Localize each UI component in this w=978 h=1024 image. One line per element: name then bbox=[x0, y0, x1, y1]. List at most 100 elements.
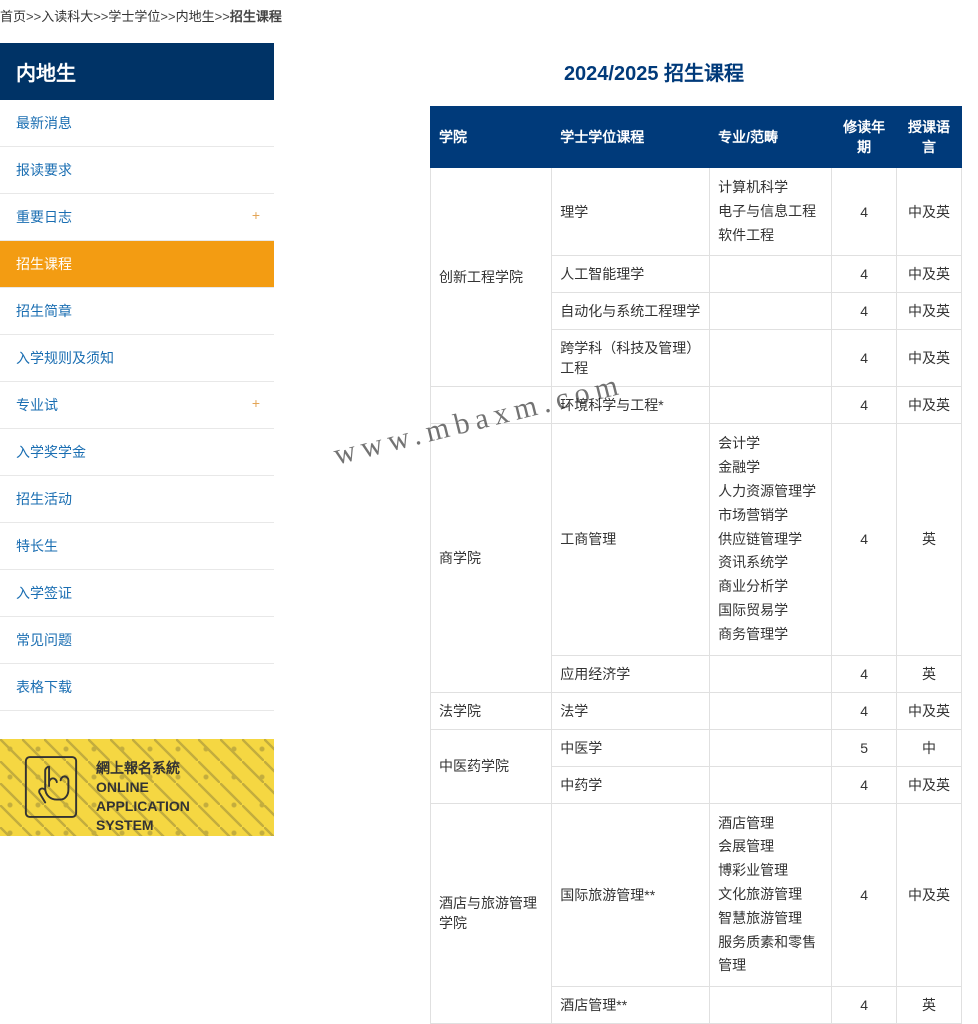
crumb-sep: >> bbox=[93, 9, 108, 24]
sidebar-item-link[interactable]: 常见问题 bbox=[0, 617, 274, 663]
cell-faculty: 创新工程学院 bbox=[431, 168, 552, 387]
cell-faculty: 酒店与旅游管理学院 bbox=[431, 803, 552, 1024]
banner-line3: APPLICATION bbox=[96, 797, 190, 816]
crumb-sep: >> bbox=[215, 9, 230, 24]
sidebar-item[interactable]: 最新消息 bbox=[0, 100, 274, 147]
crumb-mainland[interactable]: 内地生 bbox=[176, 9, 215, 24]
crumb-home[interactable]: 首页 bbox=[0, 9, 26, 24]
cell-program: 酒店管理** bbox=[552, 987, 710, 1024]
major-line: 会展管理 bbox=[718, 835, 823, 859]
sidebar-item-link[interactable]: 入学规则及须知 bbox=[0, 335, 274, 381]
sidebar-item[interactable]: 专业试+ bbox=[0, 382, 274, 429]
programs-table: 学院 学士学位课程 专业/范畴 修读年期 授课语言 创新工程学院理学计算机科学电… bbox=[430, 106, 962, 1024]
cell-years: 4 bbox=[832, 692, 897, 729]
major-line: 供应链管理学 bbox=[718, 528, 823, 552]
cell-years: 4 bbox=[832, 987, 897, 1024]
cell-lang: 中及英 bbox=[897, 803, 962, 987]
expand-icon[interactable]: + bbox=[252, 207, 260, 223]
cell-major bbox=[710, 330, 832, 387]
cell-lang: 中及英 bbox=[897, 692, 962, 729]
th-years: 修读年期 bbox=[832, 107, 897, 168]
cell-major bbox=[710, 729, 832, 766]
sidebar-item-link[interactable]: 专业试 bbox=[0, 382, 274, 428]
table-row: 酒店与旅游管理学院国际旅游管理**酒店管理会展管理博彩业管理文化旅游管理智慧旅游… bbox=[431, 803, 962, 987]
cell-years: 4 bbox=[832, 424, 897, 655]
cell-years: 4 bbox=[832, 803, 897, 987]
sidebar-item[interactable]: 重要日志+ bbox=[0, 194, 274, 241]
cell-years: 4 bbox=[832, 293, 897, 330]
sidebar-item-link[interactable]: 入学签证 bbox=[0, 570, 274, 616]
sidebar-item[interactable]: 特长生 bbox=[0, 523, 274, 570]
major-line: 人力资源管理学 bbox=[718, 480, 823, 504]
major-line: 会计学 bbox=[718, 432, 823, 456]
cell-years: 5 bbox=[832, 729, 897, 766]
cell-years: 4 bbox=[832, 655, 897, 692]
sidebar-item-link[interactable]: 表格下载 bbox=[0, 664, 274, 710]
cell-faculty: 商学院 bbox=[431, 424, 552, 692]
sidebar-item-link[interactable]: 招生活动 bbox=[0, 476, 274, 522]
cell-program: 自动化与系统工程理学 bbox=[552, 293, 710, 330]
sidebar-item[interactable]: 报读要求 bbox=[0, 147, 274, 194]
cell-program: 中药学 bbox=[552, 766, 710, 803]
crumb-bachelor[interactable]: 学士学位 bbox=[108, 9, 160, 24]
sidebar-item[interactable]: 招生活动 bbox=[0, 476, 274, 523]
cell-lang: 中及英 bbox=[897, 256, 962, 293]
cell-faculty: 法学院 bbox=[431, 692, 552, 729]
major-line: 软件工程 bbox=[718, 224, 823, 248]
sidebar-item-link[interactable]: 入学奖学金 bbox=[0, 429, 274, 475]
banner-text: 網上報名系統 ONLINE APPLICATION SYSTEM bbox=[96, 759, 190, 835]
sidebar-title: 内地生 bbox=[0, 43, 274, 100]
cell-major bbox=[710, 256, 832, 293]
cell-years: 4 bbox=[832, 330, 897, 387]
cell-years: 4 bbox=[832, 256, 897, 293]
sidebar-item-link[interactable]: 最新消息 bbox=[0, 100, 274, 146]
sidebar-item-link[interactable]: 招生简章 bbox=[0, 288, 274, 334]
major-line: 金融学 bbox=[718, 456, 823, 480]
sidebar-item[interactable]: 入学奖学金 bbox=[0, 429, 274, 476]
sidebar-item-link[interactable]: 报读要求 bbox=[0, 147, 274, 193]
major-line: 商务管理学 bbox=[718, 623, 823, 647]
sidebar-item[interactable]: 入学签证 bbox=[0, 570, 274, 617]
major-line: 商业分析学 bbox=[718, 575, 823, 599]
sidebar-item[interactable]: 常见问题 bbox=[0, 617, 274, 664]
crumb-admission[interactable]: 入读科大 bbox=[41, 9, 93, 24]
major-line: 电子与信息工程 bbox=[718, 200, 823, 224]
sidebar-item-link[interactable]: 重要日志 bbox=[0, 194, 274, 240]
expand-icon[interactable]: + bbox=[252, 395, 260, 411]
sidebar-item[interactable]: 表格下载 bbox=[0, 664, 274, 711]
table-row: 环境科学与工程*4中及英 bbox=[431, 387, 962, 424]
page-title: 2024/2025 招生课程 bbox=[330, 43, 978, 106]
cell-major bbox=[710, 987, 832, 1024]
cell-lang: 英 bbox=[897, 987, 962, 1024]
cell-major: 酒店管理会展管理博彩业管理文化旅游管理智慧旅游管理服务质素和零售管理 bbox=[710, 803, 832, 987]
cell-major: 会计学金融学人力资源管理学市场营销学供应链管理学资讯系统学商业分析学国际贸易学商… bbox=[710, 424, 832, 655]
table-row: 中医药学院中医学5中 bbox=[431, 729, 962, 766]
cell-lang: 中及英 bbox=[897, 293, 962, 330]
sidebar-item-link[interactable]: 特长生 bbox=[0, 523, 274, 569]
cell-major bbox=[710, 692, 832, 729]
cell-program: 法学 bbox=[552, 692, 710, 729]
cell-major bbox=[710, 655, 832, 692]
cell-faculty: 中医药学院 bbox=[431, 729, 552, 803]
major-line: 博彩业管理 bbox=[718, 859, 823, 883]
cell-years: 4 bbox=[832, 168, 897, 256]
online-application-banner[interactable]: 網上報名系統 ONLINE APPLICATION SYSTEM bbox=[0, 739, 274, 836]
cell-lang: 中及英 bbox=[897, 168, 962, 256]
sidebar-item[interactable]: 招生课程 bbox=[0, 241, 274, 288]
cell-lang: 中及英 bbox=[897, 330, 962, 387]
sidebar-item[interactable]: 入学规则及须知 bbox=[0, 335, 274, 382]
table-row: 法学院法学 4中及英 bbox=[431, 692, 962, 729]
cell-program: 中医学 bbox=[552, 729, 710, 766]
cell-program: 理学 bbox=[552, 168, 710, 256]
major-line: 文化旅游管理 bbox=[718, 883, 823, 907]
th-lang: 授课语言 bbox=[897, 107, 962, 168]
cell-program: 国际旅游管理** bbox=[552, 803, 710, 987]
cell-years: 4 bbox=[832, 766, 897, 803]
cell-major bbox=[710, 766, 832, 803]
cell-lang: 英 bbox=[897, 655, 962, 692]
sidebar-item[interactable]: 招生简章 bbox=[0, 288, 274, 335]
breadcrumb: 首页>>入读科大>>学士学位>>内地生>>招生课程 bbox=[0, 0, 978, 43]
major-line: 服务质素和零售管理 bbox=[718, 931, 823, 979]
cell-program: 应用经济学 bbox=[552, 655, 710, 692]
sidebar-item-link[interactable]: 招生课程 bbox=[0, 241, 274, 287]
